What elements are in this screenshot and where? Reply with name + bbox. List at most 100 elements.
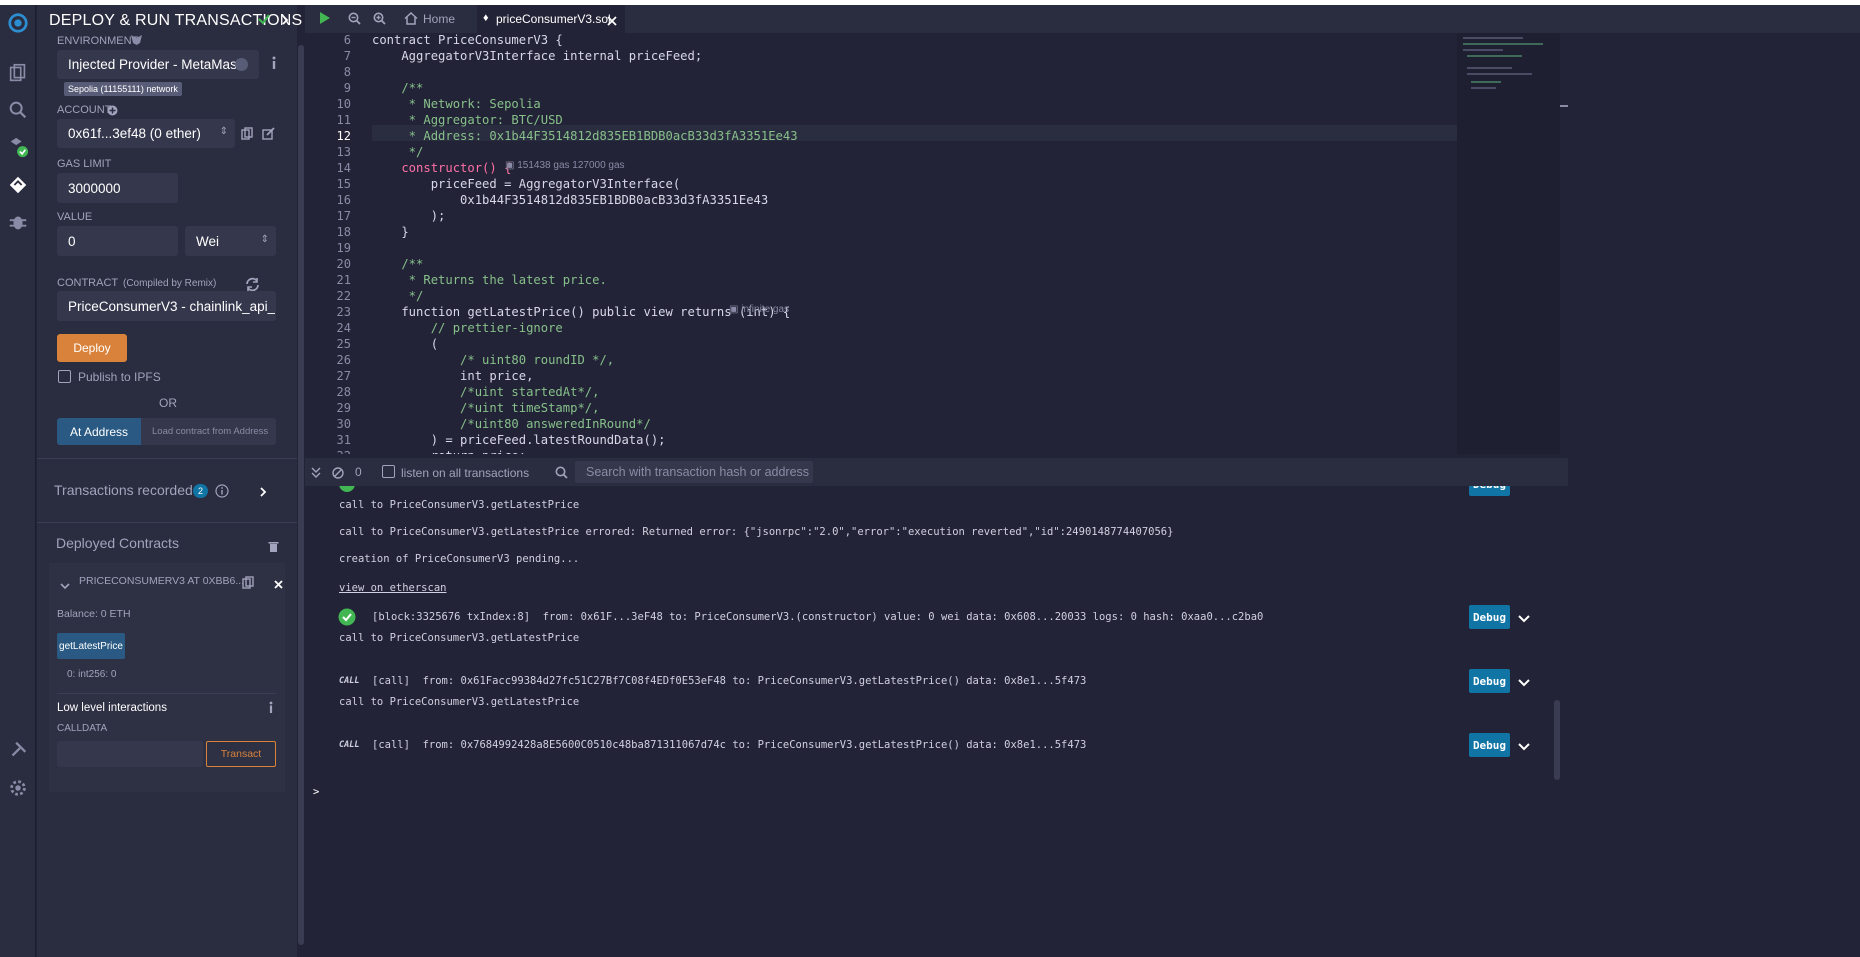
value-input[interactable]: 0 — [57, 226, 178, 256]
load-address-input[interactable]: Load contract from Address — [141, 418, 276, 445]
terminal-error-line: call to PriceConsumerV3.getLatestPrice e… — [339, 526, 1174, 538]
info-icon[interactable] — [271, 56, 277, 75]
fox-icon — [130, 33, 143, 51]
gas-pump-icon: ▣ — [505, 160, 515, 171]
code-line: function getLatestPrice() public view re… — [372, 305, 791, 319]
code-minimap[interactable] — [1457, 33, 1560, 454]
minimap-line — [1471, 87, 1496, 89]
deploy-run-icon[interactable] — [6, 173, 30, 197]
clear-console-icon[interactable] — [332, 466, 344, 484]
tx-summary-line: [block:3325676 txIndex:8] from: 0x61F...… — [372, 611, 1264, 623]
copy-address-icon[interactable] — [242, 576, 254, 594]
calldata-input[interactable] — [57, 741, 203, 767]
publish-ipfs-checkbox[interactable] — [58, 370, 71, 383]
contract-select[interactable]: PriceConsumerV3 - chainlink_api_tes — [57, 291, 276, 321]
listen-all-checkbox[interactable] — [382, 465, 395, 478]
editor-scroll-marker — [1560, 105, 1568, 107]
terminal-line: call to PriceConsumerV3.getLatestPrice — [339, 632, 580, 644]
terminal-output[interactable]: Debug call to PriceConsumerV3.getLatestP… — [305, 486, 1560, 957]
value-unit: Wei — [196, 233, 220, 249]
line-number: 21 — [336, 273, 351, 287]
debug-button[interactable]: Debug — [1469, 486, 1510, 496]
low-level-label: Low level interactions — [57, 702, 167, 714]
transact-button[interactable]: Transact — [206, 741, 276, 767]
debug-button[interactable]: Debug — [1469, 605, 1510, 629]
edit-icon[interactable] — [262, 127, 275, 145]
deployed-contracts-label: Deployed Contracts — [56, 535, 179, 551]
gas-limit-value: 3000000 — [68, 180, 121, 196]
at-address-button[interactable]: At Address — [57, 418, 141, 445]
etherscan-link[interactable]: view on etherscan — [339, 582, 446, 594]
icon-bar — [0, 5, 36, 957]
code-line: contract PriceConsumerV3 { — [372, 33, 563, 47]
environment-select[interactable]: Injected Provider - MetaMask — [57, 50, 259, 79]
terminal-prompt[interactable]: > — [313, 786, 319, 798]
debug-button[interactable]: Debug — [1469, 733, 1510, 757]
line-number: 19 — [336, 241, 351, 255]
zoom-out-icon[interactable] — [348, 12, 361, 30]
terminal-scrollbar[interactable] — [1554, 700, 1560, 780]
line-number: 24 — [336, 321, 351, 335]
run-play-icon[interactable] — [319, 11, 331, 30]
close-icon[interactable] — [274, 576, 283, 594]
expand-tx-chevron-icon[interactable] — [1517, 675, 1531, 689]
tab-home[interactable]: Home — [397, 5, 477, 33]
solidity-compiler-icon[interactable] — [6, 135, 30, 159]
trash-icon[interactable] — [268, 540, 279, 558]
terminal-line: creation of PriceConsumerV3 pending... — [339, 553, 580, 565]
call-tag: CALL — [339, 676, 360, 686]
environment-label: ENVIRONMENT — [57, 35, 139, 47]
debugger-icon[interactable] — [6, 210, 30, 234]
code-line: * Network: Sepolia — [372, 97, 541, 111]
copy-icon[interactable] — [241, 127, 253, 145]
account-select[interactable]: 0x61f...3ef48 (0 ether) ⇕ — [57, 119, 235, 148]
get-latest-price-button[interactable]: getLatestPrice — [57, 633, 125, 659]
expand-chevron-icon[interactable] — [259, 485, 267, 503]
home-icon — [404, 11, 418, 30]
panel-scrollbar[interactable] — [297, 45, 305, 955]
code-line: // prettier-ignore — [372, 321, 563, 335]
panel-collapse-chevron-icon[interactable] — [280, 13, 290, 31]
tx-summary-line: [call] from: 0x7684992428a8E5600C0510c48… — [372, 739, 1087, 751]
line-number: 18 — [336, 225, 351, 239]
collapse-terminal-icon[interactable] — [311, 466, 321, 484]
constructor-gas-hint: ▣ 151438 gas 127000 gas — [505, 160, 625, 171]
expand-tx-chevron-icon[interactable] — [1517, 739, 1531, 753]
deploy-button[interactable]: Deploy — [57, 334, 127, 362]
gas-limit-input[interactable]: 3000000 — [57, 173, 178, 203]
verified-check-icon — [257, 12, 271, 31]
tab-price-consumer-file[interactable]: ♦ priceConsumerV3.sol — [477, 5, 625, 33]
search-icon[interactable] — [6, 98, 30, 122]
line-number: 13 — [336, 145, 351, 159]
expand-tx-chevron-icon[interactable] — [1517, 611, 1531, 625]
info-circle-icon[interactable] — [215, 484, 229, 503]
plugin-manager-icon[interactable] — [6, 738, 30, 762]
collapse-chevron-icon[interactable] — [60, 577, 70, 595]
remix-logo-icon[interactable] — [6, 11, 30, 35]
value-unit-select[interactable]: Wei ⇕ — [185, 226, 276, 256]
code-editor[interactable]: 6 contract PriceConsumerV3 {7 AggregatorV… — [305, 33, 1457, 454]
code-line: ) = priceFeed.latestRoundData(); — [372, 433, 666, 447]
call-tag: CALL — [339, 740, 360, 750]
zoom-in-icon[interactable] — [373, 12, 386, 30]
info-icon[interactable] — [268, 701, 274, 719]
close-tab-icon[interactable] — [607, 13, 617, 31]
line-number: 10 — [336, 97, 351, 111]
code-line: /** — [372, 81, 424, 95]
line-number: 20 — [336, 257, 351, 271]
terminal-search-input[interactable]: Search with transaction hash or address — [575, 461, 813, 483]
debug-button[interactable]: Debug — [1469, 669, 1510, 693]
function-gas-hint: ▣ infinite gas — [729, 304, 789, 315]
line-number: 23 — [336, 305, 351, 319]
transactions-recorded-label[interactable]: Transactions recorded — [54, 482, 193, 498]
function-gas-text: infinite gas — [741, 304, 790, 315]
panel-scroll-thumb[interactable] — [298, 45, 304, 945]
contract-label-text: CONTRACT — [57, 277, 118, 289]
editor-scrollbar[interactable] — [1560, 33, 1568, 454]
minimap-line — [1463, 37, 1523, 39]
select-caret-icon: ⇕ — [219, 126, 228, 137]
code-line: AggregatorV3Interface internal priceFeed… — [372, 49, 703, 63]
file-explorer-icon[interactable] — [6, 61, 30, 85]
network-badge: Sepolia (11155111) network — [64, 82, 182, 96]
settings-gear-icon[interactable] — [6, 776, 30, 800]
